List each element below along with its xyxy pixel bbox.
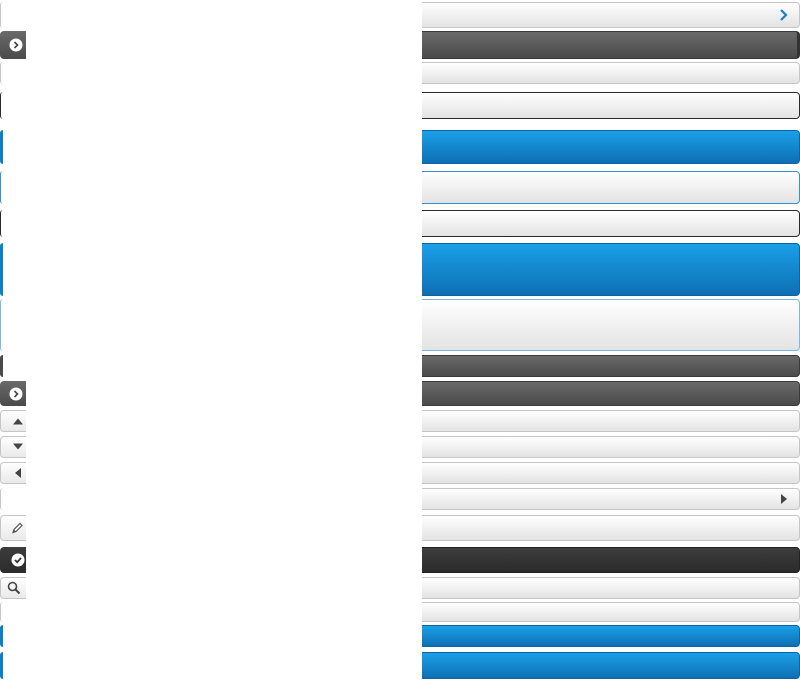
arrow-up-icon (13, 418, 23, 425)
arrow-right-icon (780, 494, 788, 504)
row-10-left-edge (0, 355, 3, 377)
row-20-left-edge (0, 625, 3, 647)
play-circle-icon (9, 38, 23, 52)
row-18-left-cap[interactable] (0, 577, 26, 599)
row-15-left-edge (0, 488, 3, 510)
search-icon (7, 581, 21, 595)
pencil-icon (11, 522, 24, 535)
row-19-left-edge (0, 602, 3, 622)
left-white-panel (0, 0, 422, 680)
row-3-left-edge (0, 62, 3, 84)
row-17-left-cap[interactable] (0, 547, 26, 573)
play-circle-icon (9, 387, 23, 401)
row-1-left-edge (0, 2, 3, 28)
row-13-left-cap[interactable] (0, 436, 26, 458)
row-14-left-cap[interactable] (0, 462, 26, 484)
row-9-left-edge (0, 299, 3, 351)
row-21-left-edge (0, 652, 3, 679)
row-4-left-edge (0, 92, 3, 119)
row-7-left-edge (0, 210, 3, 237)
arrow-down-icon (13, 443, 23, 451)
row-5-left-edge (0, 130, 3, 164)
row-6-left-edge (0, 171, 3, 204)
arrow-left-icon (14, 468, 21, 478)
chevron-right-icon (779, 9, 789, 21)
row-8-left-edge (0, 243, 3, 296)
row-12-left-cap[interactable] (0, 410, 26, 432)
row-2-left-cap[interactable] (0, 31, 26, 59)
row-16-left-cap[interactable] (0, 515, 26, 541)
row-11-left-cap[interactable] (0, 381, 26, 406)
check-circle-icon (11, 553, 25, 567)
